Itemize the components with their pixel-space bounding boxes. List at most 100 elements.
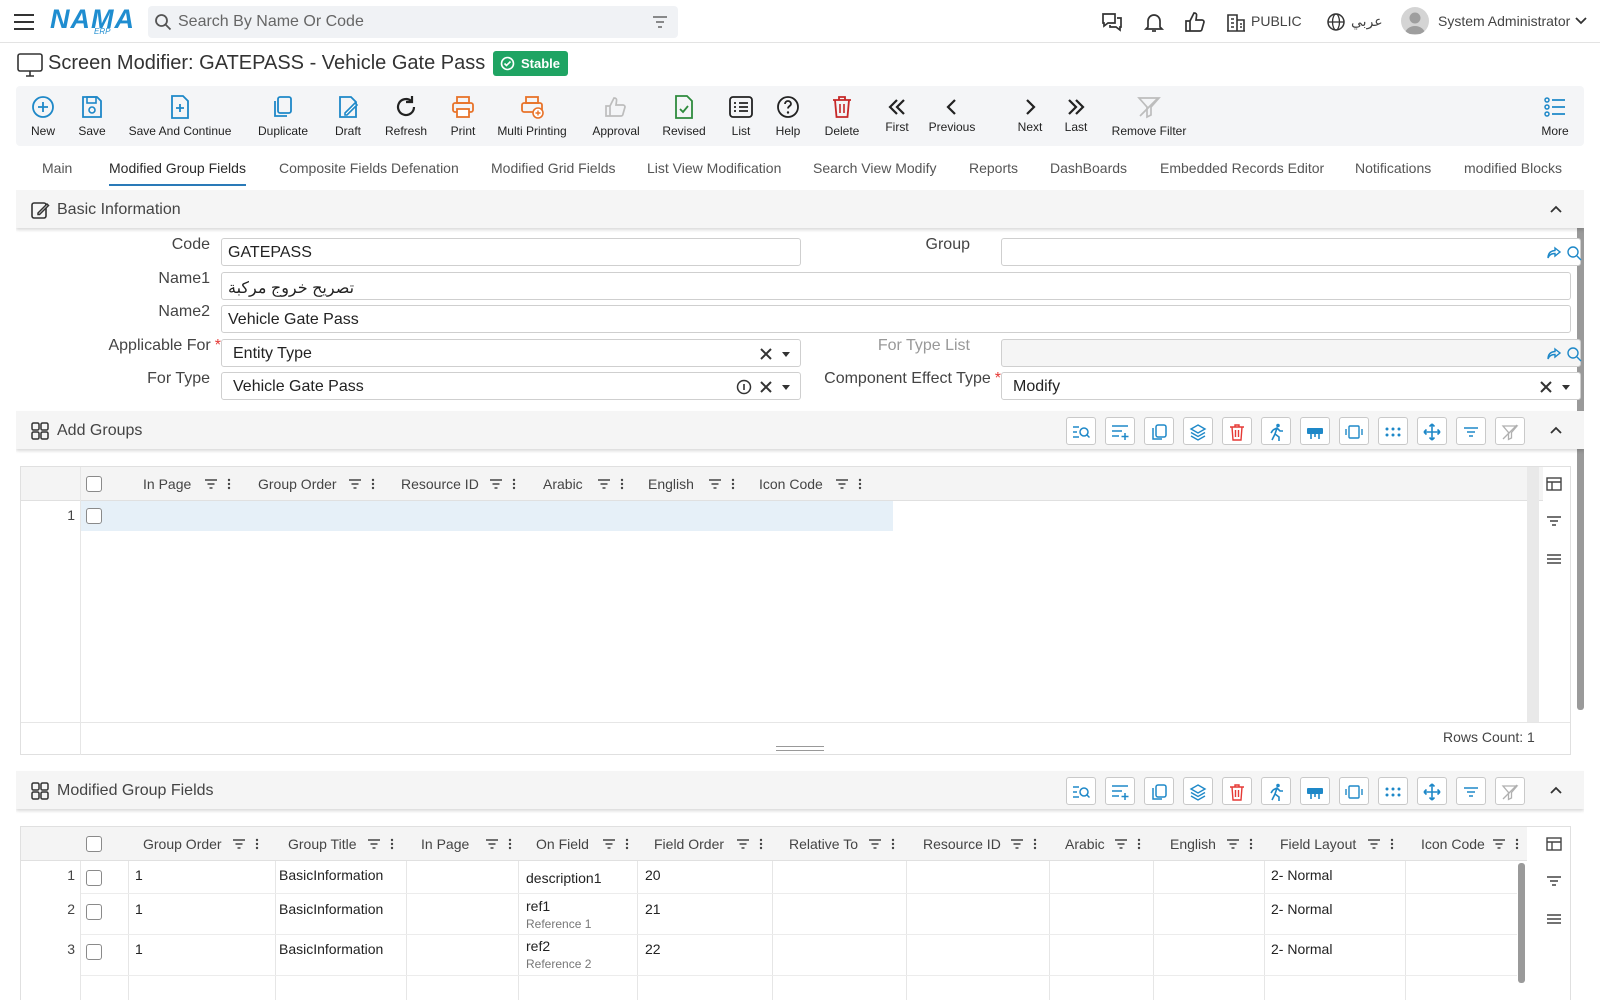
column-menu-icon[interactable] [512, 478, 516, 490]
grid-delete-button[interactable] [1222, 417, 1252, 445]
group-order-cell[interactable]: 1 [135, 941, 143, 957]
tab-modified-grid-fields[interactable]: Modified Grid Fields [491, 160, 616, 184]
group-title-cell[interactable]: BasicInformation [279, 901, 383, 917]
group-order-cell[interactable]: 1 [135, 867, 143, 883]
save-and-continue-button[interactable]: Save And Continue [127, 86, 233, 146]
grid-filter-button[interactable] [1456, 777, 1486, 805]
column-header[interactable]: Icon Code [759, 467, 874, 501]
group-title-cell[interactable]: BasicInformation [279, 867, 383, 883]
chevron-up-icon[interactable] [1548, 202, 1564, 216]
column-filter-icon[interactable] [836, 478, 848, 490]
tab-composite-fields[interactable]: Composite Fields Defenation [279, 160, 459, 184]
column-filter-icon[interactable] [1115, 838, 1127, 850]
column-filter-icon[interactable] [368, 838, 380, 850]
logo[interactable]: NAMA ERP [50, 4, 135, 38]
grid-remove-filter-button[interactable] [1495, 777, 1525, 805]
help-button[interactable]: Help [774, 86, 802, 146]
clear-icon[interactable] [1538, 379, 1554, 395]
menu-lines-icon[interactable] [1546, 911, 1562, 927]
on-field-cell[interactable]: ref1 [526, 898, 550, 914]
grid-resize-button[interactable] [1339, 777, 1369, 805]
grid-move-button[interactable] [1417, 777, 1447, 805]
field-layout-cell[interactable]: 2- Normal [1271, 867, 1332, 883]
user-name[interactable]: System Administrator [1438, 13, 1570, 29]
revised-button[interactable]: Revised [659, 86, 709, 146]
column-menu-icon[interactable] [1137, 838, 1141, 850]
modified-group-fields-header[interactable]: Modified Group Fields [16, 771, 1584, 809]
for-type-select[interactable]: Vehicle Gate Pass [221, 372, 801, 400]
list-button[interactable]: List [728, 86, 754, 146]
next-button[interactable]: Next [1016, 86, 1044, 146]
filter-icon[interactable] [1546, 873, 1562, 889]
grid-run-button[interactable] [1261, 777, 1291, 805]
last-button[interactable]: Last [1061, 86, 1091, 146]
previous-button[interactable]: Previous [927, 86, 977, 146]
column-header[interactable]: In Page [421, 827, 526, 861]
column-filter-icon[interactable] [486, 838, 498, 850]
applicable-for-select[interactable]: Entity Type [221, 339, 801, 367]
resize-handle[interactable] [776, 746, 824, 751]
tab-list-view-modification[interactable]: List View Modification [647, 160, 781, 184]
column-filter-icon[interactable] [603, 838, 615, 850]
column-menu-icon[interactable] [731, 478, 735, 490]
chevron-down-icon[interactable] [1574, 14, 1588, 28]
grid-filter-button[interactable] [1456, 417, 1486, 445]
approval-button[interactable]: Approval [588, 86, 644, 146]
column-menu-icon[interactable] [858, 478, 862, 490]
column-header[interactable]: English [648, 467, 748, 501]
column-menu-icon[interactable] [625, 838, 629, 850]
column-menu-icon[interactable] [371, 478, 375, 490]
tab-modified-group-fields[interactable]: Modified Group Fields [109, 160, 246, 186]
clear-icon[interactable] [758, 379, 774, 395]
thumbs-up-icon[interactable] [1183, 10, 1207, 34]
tab-reports[interactable]: Reports [969, 160, 1018, 184]
column-header[interactable]: Field Order [654, 827, 779, 861]
grid-move-button[interactable] [1417, 417, 1447, 445]
tab-modified-blocks[interactable]: modified Blocks [1464, 160, 1562, 184]
grid-scrollbar[interactable] [1518, 863, 1525, 983]
language-switch[interactable]: عربي [1351, 13, 1383, 30]
grid-delete-button[interactable] [1222, 777, 1252, 805]
group-field[interactable] [1001, 238, 1582, 266]
hamburger-menu-icon[interactable] [12, 10, 36, 34]
column-header[interactable]: Group Title [288, 827, 413, 861]
refresh-button[interactable]: Refresh [381, 86, 431, 146]
column-header[interactable]: Resource ID [923, 827, 1053, 861]
search-icon[interactable] [154, 13, 172, 31]
grid-dots-button[interactable] [1378, 417, 1408, 445]
column-menu-icon[interactable] [620, 478, 624, 490]
add-groups-header[interactable]: Add Groups [16, 411, 1584, 449]
grid-copy-button[interactable] [1144, 777, 1174, 805]
search-input[interactable] [178, 6, 638, 38]
column-header[interactable]: In Page [143, 467, 253, 501]
column-menu-icon[interactable] [1390, 838, 1394, 850]
row-checkbox[interactable] [86, 944, 102, 960]
grid-remove-filter-button[interactable] [1495, 417, 1525, 445]
chat-icon[interactable] [1100, 10, 1124, 34]
save-button[interactable]: Save [75, 86, 109, 146]
field-order-cell[interactable]: 22 [645, 941, 661, 957]
group-order-cell[interactable]: 1 [135, 901, 143, 917]
avatar[interactable] [1401, 7, 1429, 35]
tab-search-view-modify[interactable]: Search View Modify [813, 160, 936, 184]
on-field-cell[interactable]: ref2 [526, 938, 550, 954]
column-header[interactable]: English [1170, 827, 1270, 861]
menu-lines-icon[interactable] [1546, 551, 1562, 567]
column-menu-icon[interactable] [891, 838, 895, 850]
bell-icon[interactable] [1142, 10, 1166, 34]
search-lookup-icon[interactable] [1566, 245, 1582, 261]
code-field[interactable]: GATEPASS [221, 238, 801, 266]
draft-button[interactable]: Draft [329, 86, 367, 146]
remove-filter-button[interactable]: Remove Filter [1095, 86, 1203, 146]
column-filter-icon[interactable] [490, 478, 502, 490]
print-button[interactable]: Print [446, 86, 480, 146]
tab-main[interactable]: Main [42, 160, 72, 184]
select-all-checkbox[interactable] [86, 836, 102, 852]
page-scrollbar[interactable] [1577, 190, 1584, 710]
multi-printing-button[interactable]: Multi Printing [494, 86, 570, 146]
column-filter-icon[interactable] [1368, 838, 1380, 850]
caret-down-icon[interactable] [778, 346, 794, 362]
column-menu-icon[interactable] [390, 838, 394, 850]
component-effect-select[interactable]: Modify [1001, 372, 1581, 400]
caret-down-icon[interactable] [1558, 379, 1574, 395]
